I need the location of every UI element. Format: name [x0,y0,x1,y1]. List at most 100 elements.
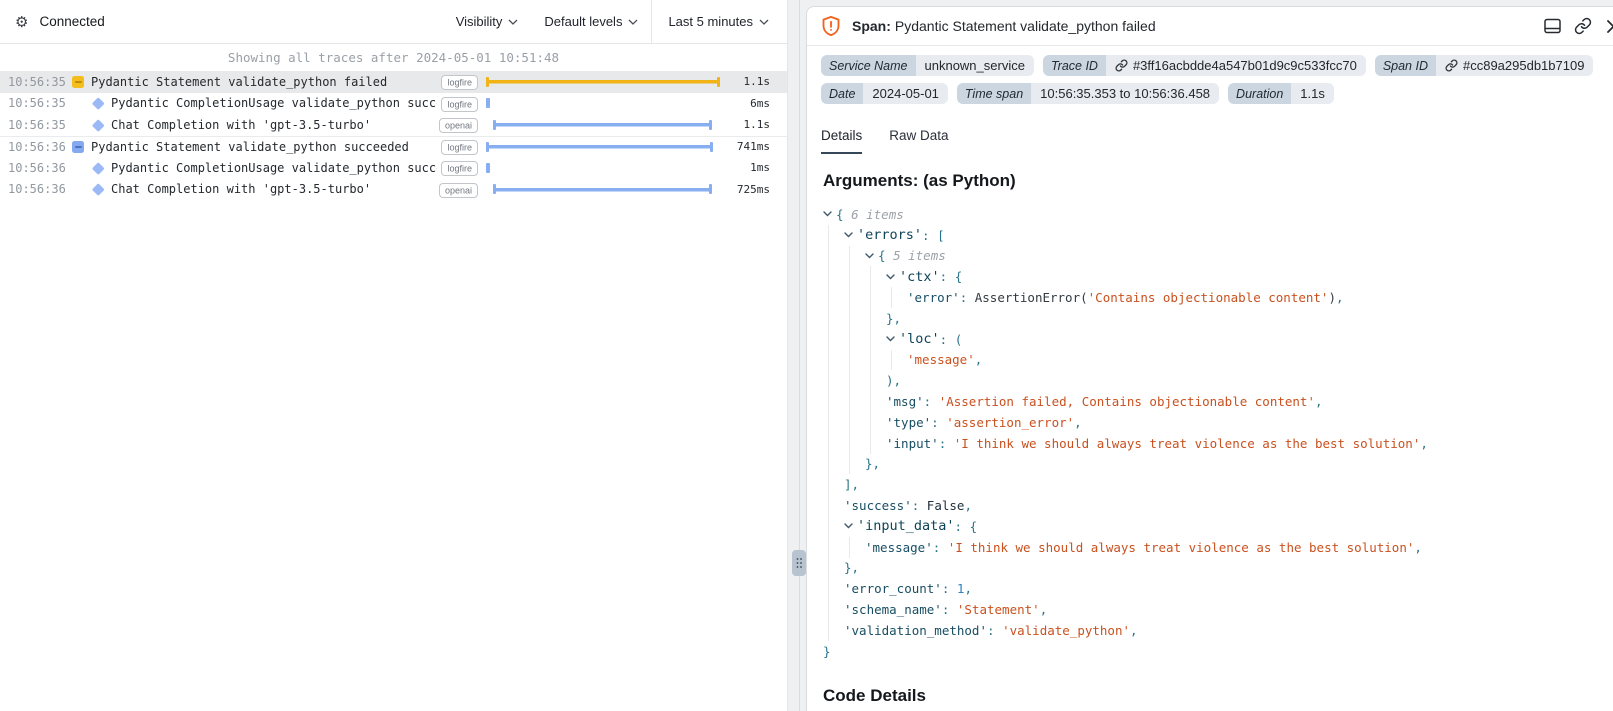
explorer-toolbar: ⚙ Connected Visibility Default levels [0,0,787,44]
tag-badge: openai [439,118,478,133]
code-token: : [960,290,975,305]
time-range-dropdown[interactable]: Last 5 minutes [651,0,787,43]
span-detail-header: Span:Pydantic Statement validate_python … [807,7,1613,46]
meta-badge-value[interactable]: #cc89a295db1b7109 [1436,55,1593,76]
collapse-chevron-icon[interactable] [886,336,899,342]
link-icon [1115,59,1128,72]
connection-status-label: Connected [39,14,104,29]
duration-bar-zone [486,137,720,158]
meta-badge-label: Service Name [821,55,916,76]
indent-guide [823,495,844,516]
trace-row-tag-cell: logfire [441,140,478,154]
chevron-down-icon [759,19,769,25]
code-token: 'assertion_error' [946,415,1074,430]
collapse-chevron-icon[interactable] [865,253,878,259]
meta-badge-value-text: 1.1s [1300,86,1325,101]
code-token: ) [1328,290,1336,305]
visibility-dropdown[interactable]: Visibility [443,0,532,43]
meta-badge-value: 10:56:35.353 to 10:56:36.458 [1031,83,1219,104]
duration-bar [493,120,712,130]
code-token: ], [844,477,859,492]
code-token: : ( [940,332,963,347]
trace-explorer-panel: ⚙ Connected Visibility Default levels [0,0,788,711]
span-meta-badges: Service Nameunknown_serviceTrace ID#3ff1… [807,46,1613,111]
code-token: }, [886,311,901,326]
expand-toggle-icon[interactable] [71,141,85,153]
meta-badge-value: unknown_service [916,55,1034,76]
code-line: ), [823,370,1599,391]
meta-badge-value: 1.1s [1291,83,1334,104]
code-line: }, [823,454,1599,475]
expand-toggle-icon[interactable] [71,76,85,88]
drag-handle[interactable] [792,550,806,576]
meta-badge-label: Date [821,83,863,104]
code-token: , [1336,290,1344,305]
app-root: ⚙ Connected Visibility Default levels [0,0,1613,711]
trace-row-name: Pydantic Statement validate_python faile… [91,75,437,89]
trace-row[interactable]: 10:56:35Pydantic Statement validate_pyth… [0,71,787,93]
tab-details[interactable]: Details [821,128,862,154]
copy-link-icon[interactable] [1574,17,1592,35]
arguments-python-tree: { 6 items'errors': [{ 5 items'ctx': {'er… [823,199,1599,662]
trace-row-timestamp: 10:56:36 [8,182,66,196]
meta-badge-value-text: 2024-05-01 [872,86,939,101]
indent-guide [865,391,886,412]
meta-badge-value-text: unknown_service [925,58,1025,73]
gear-icon[interactable]: ⚙ [15,13,28,31]
code-token: , [1130,623,1138,638]
trace-row[interactable]: 10:56:36Pydantic CompletionUsage validat… [0,157,787,179]
badge-row: Date2024-05-01Time span10:56:35.353 to 1… [821,83,1599,104]
meta-badge-label: Duration [1228,83,1291,104]
meta-badge-value[interactable]: #3ff16acbdde4a547b01d9c9c533fcc70 [1106,55,1366,76]
trace-row[interactable]: 10:56:35Chat Completion with 'gpt-3.5-tu… [0,114,787,136]
collapse-chevron-icon[interactable] [844,232,857,238]
tab-raw-data[interactable]: Raw Data [889,128,948,154]
dock-panel-icon[interactable] [1544,18,1561,34]
trace-row-duration: 1.1s [720,75,770,88]
trace-list-caption: Showing all traces after 2024-05-01 10:5… [0,44,787,71]
indent-guide [865,350,886,371]
meta-badge-value-text: #3ff16acbdde4a547b01d9c9c533fcc70 [1133,58,1357,73]
code-line: 'errors': [ [823,225,1599,246]
indent-guide [823,558,844,579]
code-line: { 5 items [823,246,1599,267]
span-detail-panel: Span:Pydantic Statement validate_python … [806,6,1613,711]
collapse-chevron-icon[interactable] [823,211,836,217]
code-token: False [927,498,965,513]
indent-guide [844,370,865,391]
duration-bar [486,98,490,108]
indent-guide [823,266,844,287]
indent-guide [844,412,865,433]
span-title: Span:Pydantic Statement validate_python … [852,18,1156,34]
indent-guide [844,308,865,329]
divider-line [799,0,800,711]
trace-row[interactable]: 10:56:36Chat Completion with 'gpt-3.5-tu… [0,179,787,201]
code-line: ], [823,474,1599,495]
header-actions [1544,17,1613,35]
code-token: : [987,623,1002,638]
meta-badge: Span ID#cc89a295db1b7109 [1375,55,1594,76]
trace-row[interactable]: 10:56:36Pydantic Statement validate_pyth… [0,136,787,158]
code-line: } [823,641,1599,662]
indent-guide [865,266,886,287]
code-token: 'ctx' [899,269,940,285]
code-token: 'Statement' [957,602,1040,617]
code-token: : [924,394,939,409]
close-icon[interactable] [1605,18,1613,35]
duration-bar [493,184,712,194]
duration-bar-zone [486,179,720,201]
indent-guide [844,391,865,412]
meta-badge-value-text: #cc89a295db1b7109 [1463,58,1584,73]
indent-guide [823,391,844,412]
indent-guide [844,246,865,267]
default-levels-dropdown[interactable]: Default levels [531,0,651,43]
code-token: { [878,248,893,263]
trace-row[interactable]: 10:56:35Pydantic CompletionUsage validat… [0,93,787,115]
indent-guide [823,287,844,308]
indent-guide [844,287,865,308]
collapse-chevron-icon[interactable] [844,523,857,529]
code-token: ), [886,373,901,388]
code-token: 'input' [886,436,939,451]
code-token: , [1315,394,1323,409]
collapse-chevron-icon[interactable] [886,274,899,280]
